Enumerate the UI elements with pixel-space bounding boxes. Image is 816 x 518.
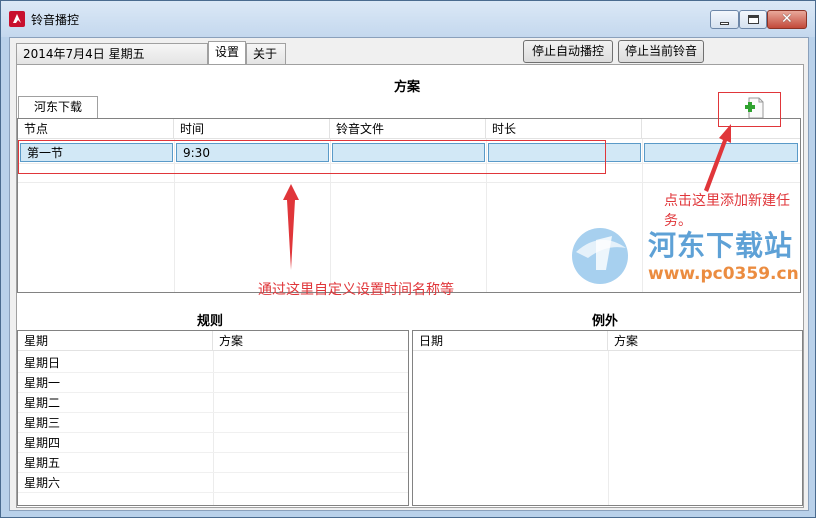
edit-hint-text: 通过这里自定义设置时间名称等 <box>258 282 454 298</box>
arrow-diagonal-icon <box>704 124 731 192</box>
arrow-up-icon <box>283 184 299 270</box>
watermark-logo <box>566 222 638 286</box>
watermark-globe-icon <box>572 228 628 284</box>
watermark-name: 河东下载站 <box>648 229 794 262</box>
watermark-url: www.pc0359.cn <box>648 264 799 284</box>
